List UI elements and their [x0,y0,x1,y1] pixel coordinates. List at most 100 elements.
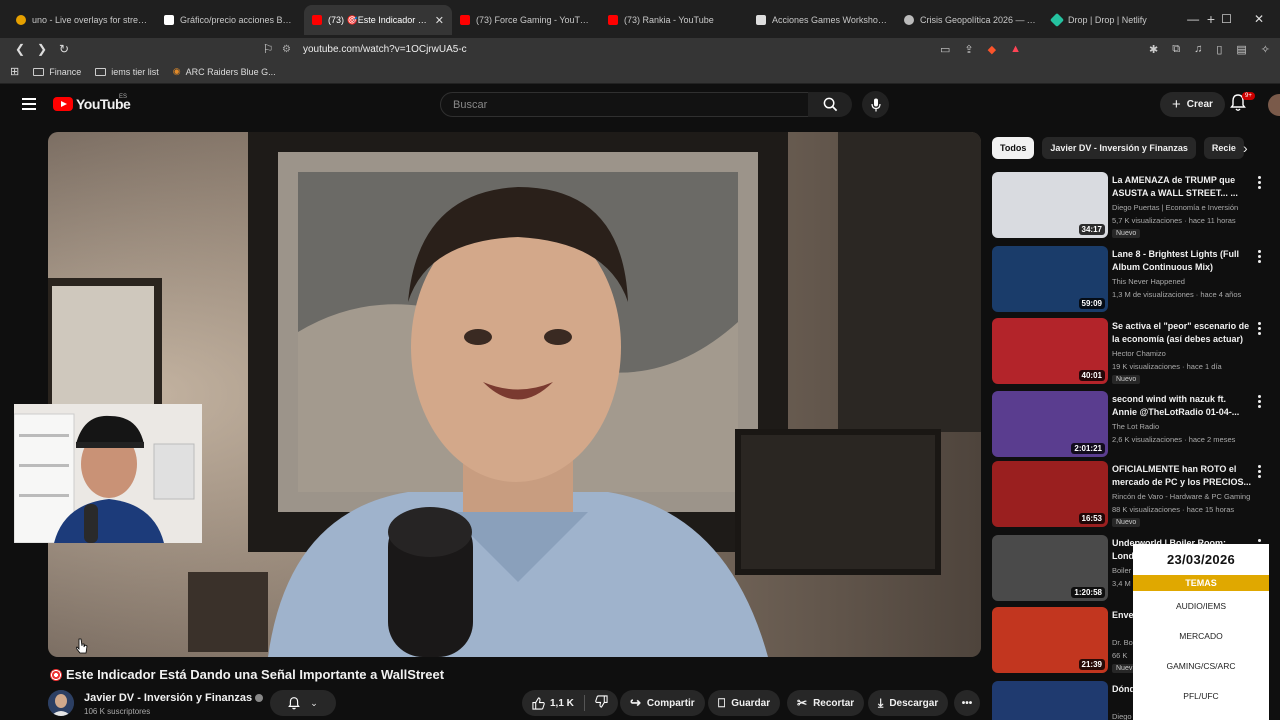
more-vertical-icon[interactable] [1258,250,1262,265]
channel-avatar[interactable] [48,690,74,716]
browser-tab[interactable]: Acciones Games Workshop ho [748,5,896,35]
recommendation-channel[interactable]: The Lot Radio [1112,422,1262,431]
save-button[interactable]: ⎕ Guardar [708,690,781,716]
chip-todos[interactable]: Todos [992,137,1035,159]
more-vertical-icon[interactable] [1258,176,1262,191]
recommendation-title[interactable]: OFICIALMENTE han ROTO el mercado de PC y… [1112,463,1252,489]
chevron-right-icon[interactable]: › [1243,140,1248,156]
wallet-icon[interactable]: ▤ [1236,43,1246,56]
sidebar-icon[interactable]: ▯ [1216,43,1222,56]
more-vertical-icon[interactable] [1258,395,1262,410]
recommendation-channel[interactable]: Diego Puertas | Economía e Inversión [1112,203,1262,212]
tab-title: Acciones Games Workshop ho [772,15,888,25]
video-thumbnail[interactable]: 2:01:21 [992,391,1108,457]
channel-name[interactable]: Javier DV - Inversión y Finanzas [84,692,264,704]
recommendation-item[interactable]: 59:09 Lane 8 - Brightest Lights (Full Alb… [992,246,1268,314]
cast-icon[interactable]: ▭ [940,43,950,56]
clip-button[interactable]: ✂ Recortar [787,690,865,716]
video-thumbnail[interactable]: 34:17 [992,172,1108,238]
browser-tab[interactable]: (73) Force Gaming - YouTube [452,5,600,35]
share-arrow-icon: ↪ [630,695,641,710]
extensions-icon[interactable]: ✱ [1149,43,1158,56]
recommendation-channel[interactable]: This Never Happened [1112,277,1262,286]
video-thumbnail[interactable]: 16:53 [992,461,1108,527]
bookmark-label: ARC Raiders Blue G... [185,66,276,77]
video-player[interactable] [48,132,981,657]
site-info-icon[interactable]: ⚙ [282,44,291,55]
thumbs-up-icon [532,696,545,710]
like-dislike-group: 1,1 K [522,690,618,716]
clip-label: Recortar [813,697,855,709]
bookmark-icon[interactable]: ⚐ [258,42,278,56]
leo-ai-icon[interactable]: ✧ [1261,43,1270,56]
apps-grid-icon[interactable]: ⊞ [10,65,19,78]
video-duration: 21:39 [1078,659,1105,670]
browser-tab-active[interactable]: (73) 🎯Este Indicador Está ✕ [304,5,452,35]
download-button[interactable]: ⤓ Descargar [868,690,949,716]
voice-search-button[interactable] [862,91,889,118]
browser-tab[interactable]: Drop | Drop | Netlify [1044,5,1192,35]
target-emoji-icon [50,668,62,681]
maximize-icon[interactable]: ☐ [1221,12,1232,26]
browser-tab[interactable]: Gráfico/precio acciones BE: NY [156,5,304,35]
bookmark-item[interactable]: ◉ ARC Raiders Blue G... [173,66,276,77]
video-thumbnail[interactable]: 40:01 [992,318,1108,384]
create-button[interactable]: + Crear [1160,92,1225,117]
recommendation-title[interactable]: second wind with nazuk ft. Annie @TheLot… [1112,393,1252,419]
chevron-down-icon: ⌄ [310,697,318,708]
screenshot-icon[interactable]: ⧉ [1172,43,1180,56]
recommendation-item[interactable]: 34:17 La AMENAZA de TRUMP que ASUSTA a WA… [992,172,1268,240]
browser-tab[interactable]: (73) Rankia - YouTube [600,5,748,35]
close-window-icon[interactable]: ✕ [1254,12,1264,26]
subscription-bell-button[interactable]: ⌄ [270,690,336,716]
share-icon[interactable]: ⇪ [964,43,973,56]
browser-tab[interactable]: uno - Live overlays for streami [8,5,156,35]
window-controls: — ☐ ✕ [1187,0,1280,38]
recommendation-item[interactable]: 40:01 Se activa el "peor" escenario de la… [992,318,1268,386]
share-button[interactable]: ↪ Compartir [620,690,705,716]
account-avatar[interactable] [1268,94,1280,116]
back-icon[interactable]: ❮ [10,42,30,56]
recommendation-title[interactable]: La AMENAZA de TRUMP que ASUSTA a WALL ST… [1112,174,1252,200]
close-tab-icon[interactable]: ✕ [435,14,444,27]
browser-tab[interactable]: Crisis Geopolítica 2026 — Análi [896,5,1044,35]
brave-shield-icon[interactable]: ◆ [988,43,996,56]
video-thumbnail[interactable]: 59:09 [992,246,1108,312]
rewards-icon[interactable]: ▲ [1010,43,1021,55]
chip-recent[interactable]: Recie [1203,137,1244,159]
recommendation-channel[interactable]: Rincón de Varo - Hardware & PC Gaming [1112,492,1262,501]
recommendation-item[interactable]: 16:53 OFICIALMENTE han ROTO el mercado de… [992,461,1268,529]
bookmark-icon: ⎕ [718,695,726,710]
bookmark-item[interactable]: Finance [33,67,81,77]
like-button[interactable]: 1,1 K [532,696,574,710]
dislike-button[interactable] [595,695,608,711]
url-field[interactable]: ⚙ youtube.com/watch?v=1OCjrwUA5-c [282,38,1022,60]
search-input[interactable]: Buscar [440,92,810,117]
media-icon[interactable]: ♫ [1194,43,1202,55]
url-text: youtube.com/watch?v=1OCjrwUA5-c [302,43,467,55]
search-button[interactable] [808,92,852,117]
create-label: Crear [1186,99,1213,110]
video-thumbnail[interactable]: 21:39 [992,607,1108,673]
more-actions-button[interactable]: ••• [954,690,980,716]
recommendation-item[interactable]: 2:01:21 second wind with nazuk ft. Annie … [992,391,1268,459]
recommendation-channel[interactable]: Hector Chamizo [1112,349,1262,358]
mouse-cursor-icon [75,638,88,659]
like-count: 1,1 K [550,697,574,709]
chip-channel[interactable]: Javier DV - Inversión y Finanzas [1042,137,1196,159]
sidebar-filter-chips: Todos Javier DV - Inversión y Finanzas R… [992,137,1262,159]
more-vertical-icon[interactable] [1258,322,1262,337]
recommendation-title[interactable]: Se activa el "peor" escenario de la econ… [1112,320,1252,346]
more-vertical-icon[interactable] [1258,465,1262,480]
recommendation-title[interactable]: Lane 8 - Brightest Lights (Full Album Co… [1112,248,1252,274]
arc-raiders-icon: ◉ [172,66,181,76]
video-thumbnail[interactable] [992,681,1108,720]
bookmark-item[interactable]: iems tier list [95,67,159,77]
forward-icon[interactable]: ❯ [32,42,52,56]
minimize-icon[interactable]: — [1187,12,1199,26]
folder-icon [95,67,107,76]
video-thumbnail[interactable]: 1:20:58 [992,535,1108,601]
menu-icon[interactable] [22,98,36,110]
reload-icon[interactable]: ↻ [54,42,74,56]
notifications-button[interactable]: 9+ [1230,92,1255,117]
